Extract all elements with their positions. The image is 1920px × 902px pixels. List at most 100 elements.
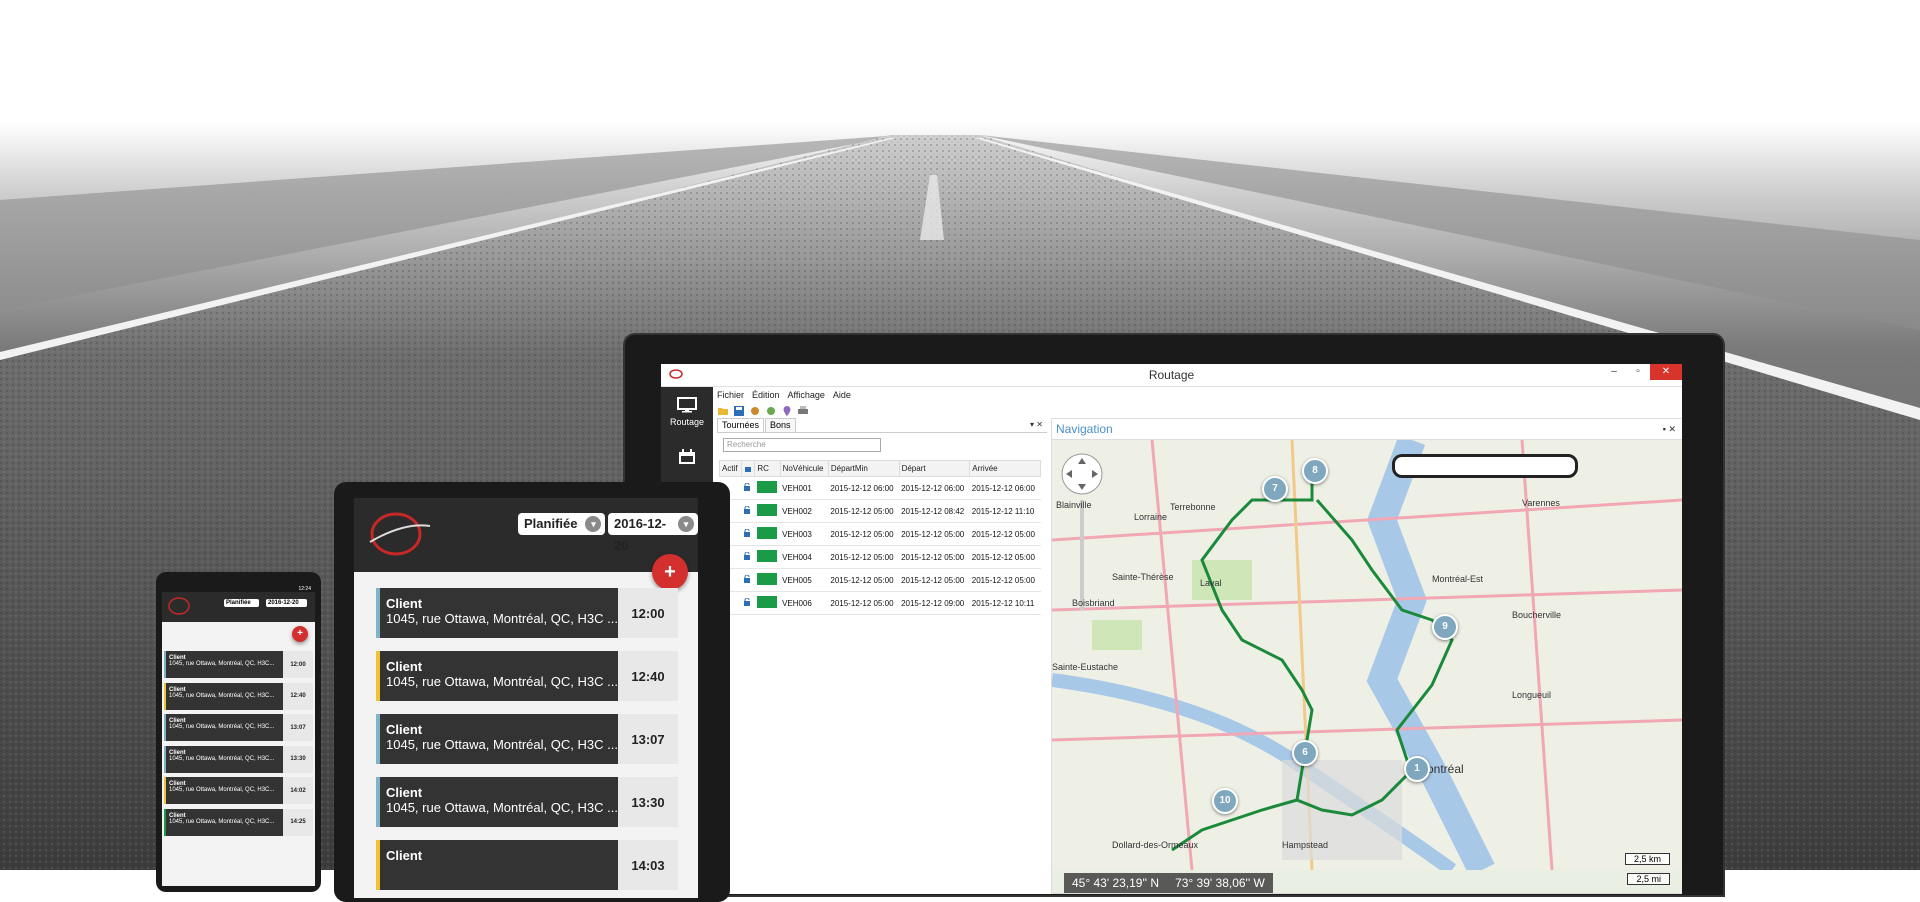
nav-calendar[interactable] (661, 427, 713, 465)
close-button[interactable]: ✕ (1650, 364, 1682, 380)
add-button[interactable]: + (292, 626, 308, 642)
col-lock[interactable] (740, 460, 756, 477)
list-item[interactable]: Client 1045, rue Ottawa, Montréal, QC, H3… (376, 714, 678, 764)
arrivee-cell: 2015-12-12 11:10 (969, 499, 1041, 523)
col-rc[interactable]: RC (754, 460, 781, 477)
client-name: Client (386, 659, 423, 674)
minimize-button[interactable]: – (1602, 364, 1626, 380)
col-actif[interactable]: Actif (719, 460, 742, 477)
calendar-icon (679, 449, 695, 464)
map-marker[interactable]: 8 (1302, 458, 1328, 484)
rc-swatch (756, 481, 777, 493)
client-name: Client (386, 722, 423, 737)
status-select[interactable]: Planifiée ▾ (518, 513, 606, 535)
map-marker[interactable]: 9 (1432, 614, 1458, 640)
rc-color-cell (754, 568, 781, 592)
map-marker[interactable]: 7 (1262, 476, 1288, 502)
col-arrivee[interactable]: Arrivée (969, 460, 1041, 477)
lock-icon[interactable] (741, 568, 755, 592)
client-address: 1045, rue Ottawa, Montréal, QC, H3C... (169, 755, 275, 762)
depart-min-cell: 2015-12-12 05:00 (828, 522, 900, 546)
latitude-readout: 45° 43' 23,19'' N (1072, 876, 1160, 890)
nav-routage[interactable]: Routage (661, 387, 713, 427)
list-item[interactable]: Client 1045, rue Ottawa, Montréal, QC, H3… (164, 745, 313, 773)
client-address: 1045, rue Ottawa, Montréal, QC, H3C... (169, 787, 275, 793)
tab-tournees[interactable]: Tournées (717, 418, 765, 432)
depart-min-cell: 2015-12-12 05:00 (828, 499, 900, 523)
lock-icon (744, 466, 751, 472)
map-pin-icon[interactable] (781, 404, 793, 416)
map-search-input[interactable] (1392, 454, 1578, 478)
status-value: Planifiée (524, 516, 578, 531)
add-button[interactable]: + (652, 554, 688, 590)
date-select[interactable]: 2016-12-20 ▾ (608, 513, 698, 553)
menu-edition[interactable]: Édition (752, 390, 780, 400)
restore-button[interactable]: ▫ (1626, 364, 1650, 380)
lock-icon[interactable] (741, 545, 755, 569)
client-name: Client (386, 785, 423, 800)
arrivee-cell: 2015-12-12 05:00 (969, 568, 1041, 592)
table-row[interactable]: ⌄VEH0032015-12-12 05:002015-12-12 05:002… (719, 522, 1041, 547)
lock-icon[interactable] (741, 591, 755, 615)
table-row[interactable]: ⌄VEH0052015-12-12 05:002015-12-12 05:002… (719, 568, 1041, 593)
lock-icon[interactable] (741, 499, 755, 523)
client-name: Client (386, 848, 423, 863)
client-address: 1045, rue Ottawa, Montréal, QC, H3C... (169, 661, 275, 667)
table-row[interactable]: ⌄VEH0022015-12-12 05:002015-12-12 08:422… (719, 499, 1041, 524)
map-panel-controls[interactable]: ▪ ✕ (1663, 419, 1676, 439)
phone-date-select[interactable]: 2016-12-20 (266, 599, 307, 607)
table-row[interactable]: ⌄VEH0062015-12-12 05:002015-12-12 09:002… (719, 591, 1041, 616)
app-logo-icon (369, 512, 431, 556)
menu-affichage[interactable]: Affichage (788, 390, 825, 400)
list-item[interactable]: Client 1045, rue Ottawa, Montréal, QC, H3… (376, 777, 678, 827)
tab-bons[interactable]: Bons (765, 418, 796, 432)
client-address: 1045, rue Ottawa, Montréal, QC, H3C ... (386, 737, 618, 752)
map-view[interactable]: Blainville Lorraine Terrebonne Laval Boisbri… (1052, 440, 1682, 893)
settings-icon[interactable] (749, 404, 761, 416)
list-item[interactable]: Client 1045, rue Ottawa, Montréal, QC, H3… (164, 682, 313, 710)
window-title: Routage (1148, 368, 1195, 382)
lock-icon[interactable] (741, 476, 755, 500)
stop-time: 12:00 (283, 651, 313, 678)
zoom-slider[interactable] (1080, 500, 1084, 610)
save-icon[interactable] (733, 404, 745, 416)
client-address: 1045, rue Ottawa, Montréal, QC, H3C... (169, 692, 275, 699)
rc-color-cell (754, 522, 781, 546)
phone-status-select[interactable]: Planifiée (224, 599, 259, 607)
vehicle-cell: VEH006 (780, 591, 829, 615)
col-depart[interactable]: Départ (898, 460, 971, 477)
client-address: 1045, rue Ottawa, Montréal, QC, H3C ... (386, 674, 618, 689)
map-marker[interactable]: 1 (1404, 756, 1430, 782)
table-row[interactable]: ⌄VEH0042015-12-12 05:002015-12-12 05:002… (719, 545, 1041, 570)
table-row[interactable]: ⌄VEH0012015-12-12 06:002015-12-12 06:002… (719, 476, 1041, 501)
list-item[interactable]: Client 1045, rue Ottawa, Montréal, QC, H3… (164, 714, 313, 741)
depart-min-cell: 2015-12-12 05:00 (828, 545, 900, 569)
map-place-label: Hampstead (1282, 840, 1329, 850)
print-icon[interactable] (797, 404, 809, 416)
list-item[interactable]: Client 1045, rue Ottawa, Montréal, QC, H3… (164, 777, 313, 804)
folder-open-icon[interactable] (717, 404, 729, 416)
list-item[interactable]: Client 1045, rue Ottawa, Montréal, QC, H3… (376, 651, 678, 701)
menu-aide[interactable]: Aide (833, 390, 851, 400)
map-marker[interactable]: 6 (1292, 740, 1318, 766)
route-icon[interactable] (765, 404, 777, 416)
menu-fichier[interactable]: Fichier (717, 390, 744, 400)
panel-controls[interactable]: ▾ ✕ (1030, 420, 1043, 429)
list-item[interactable]: Client 14:03 (376, 840, 678, 890)
map-place-label: Sainte-Eustache (1052, 662, 1119, 672)
stop-time: 14:25 (283, 808, 313, 836)
list-item[interactable]: Client 1045, rue Ottawa, Montréal, QC, H3… (376, 588, 678, 638)
chevron-down-icon: ▾ (585, 516, 602, 532)
list-item[interactable]: Client 1045, rue Ottawa, Montréal, QC, H3… (164, 651, 313, 678)
stop-time: 12:40 (283, 682, 313, 710)
map-title: Navigation (1056, 422, 1113, 436)
title-bar: Routage – ▫ ✕ (661, 364, 1682, 387)
lock-icon[interactable] (741, 522, 755, 546)
depart-cell: 2015-12-12 05:00 (899, 522, 970, 546)
map-pan-control[interactable] (1060, 452, 1104, 501)
map-marker[interactable]: 10 (1212, 788, 1238, 814)
list-item[interactable]: Client 1045, rue Ottawa, Montréal, QC, H3… (164, 808, 313, 836)
search-input[interactable]: Recherche (723, 438, 881, 452)
col-departmin[interactable]: DépartMin (827, 460, 900, 477)
col-novehicule[interactable]: NoVéhicule (779, 460, 829, 477)
